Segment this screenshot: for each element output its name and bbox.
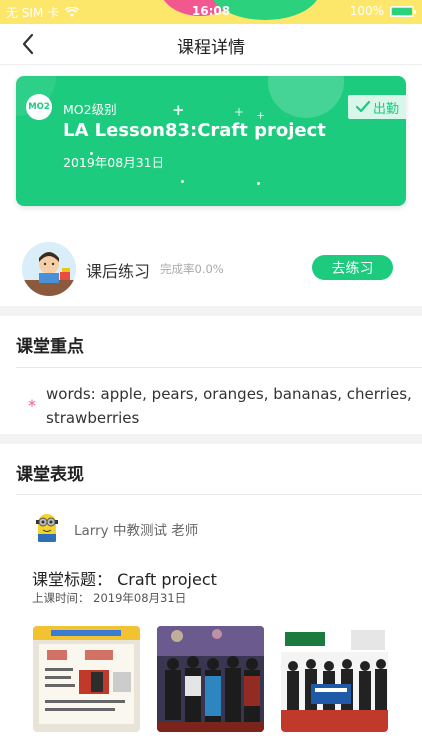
teacher-name: Larry 中教测试 老师 — [74, 523, 199, 539]
sparkle-dot — [181, 180, 184, 183]
key-point-text: words: apple, pears, oranges, bananas, c… — [46, 385, 412, 427]
homework-row: 课后练习 完成率0.0% 去练习 — [0, 236, 422, 306]
class-photo[interactable] — [157, 626, 264, 732]
card-decoration-circle — [268, 76, 344, 118]
lesson-card: + + + MO2 MO2级别 LA Lesson83:Craft projec… — [16, 76, 406, 206]
battery-icon — [390, 5, 416, 17]
homework-label: 课后练习 — [86, 262, 151, 281]
lesson-title: LA Lesson83:Craft project — [63, 120, 326, 141]
status-bar: 无 SIM 卡 16:08 100% — [0, 0, 422, 24]
lesson-date: 2019年08月31日 — [63, 155, 165, 170]
teacher-avatar — [30, 510, 64, 544]
performance-title: 课堂表现 — [16, 465, 84, 485]
class-time: 上课时间： 2019年08月31日 — [32, 591, 187, 605]
class-title: 课堂标题： Craft project — [32, 570, 217, 589]
class-photo[interactable] — [33, 626, 140, 732]
attendance-badge: 出勤 — [348, 95, 406, 119]
section-line — [16, 494, 422, 495]
nav-divider — [0, 64, 422, 65]
attendance-label: 出勤 — [372, 101, 399, 117]
asterisk-icon: * — [28, 396, 36, 415]
status-right: 100% — [349, 4, 416, 18]
key-points-title: 课堂重点 — [16, 337, 84, 357]
battery-percent: 100% — [349, 4, 384, 18]
section-line — [16, 367, 422, 368]
completion-rate: 完成率0.0% — [160, 262, 224, 276]
nav-bar: 课程详情 — [0, 24, 422, 64]
sparkle-icon: + — [234, 105, 245, 119]
section-divider — [0, 306, 422, 316]
class-photo[interactable] — [281, 626, 388, 732]
class-photos — [33, 626, 389, 732]
sparkle-dot — [257, 182, 260, 185]
level-badge: MO2 — [26, 94, 52, 120]
sparkle-icon: + — [172, 101, 185, 119]
go-practice-button[interactable]: 去练习 — [312, 255, 393, 280]
student-avatar — [22, 242, 76, 296]
level-text: MO2级别 — [63, 102, 117, 117]
section-divider — [0, 434, 422, 444]
checkmark-icon — [355, 100, 371, 113]
page-title: 课程详情 — [177, 38, 245, 58]
